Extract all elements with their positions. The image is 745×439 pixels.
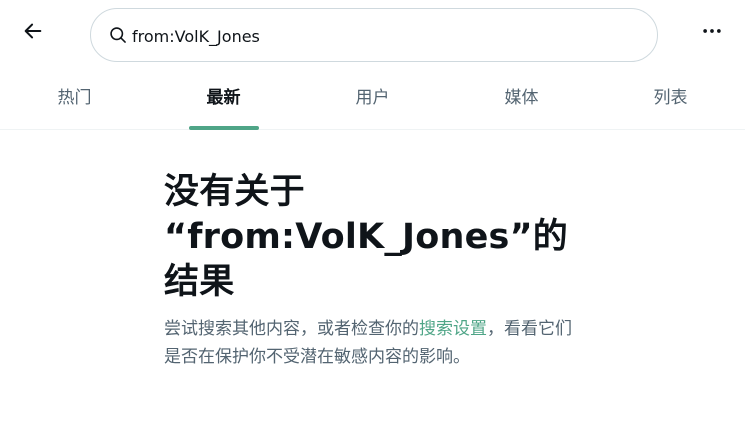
title-line: “from:VolK_Jones”的 <box>164 217 568 257</box>
empty-state-description: 尝试搜索其他内容，或者检查你的搜索设置，看看它们是否在保护你不受潜在敏感内容的影… <box>164 315 584 371</box>
active-tab-indicator <box>188 126 259 130</box>
tab-latest[interactable]: 最新 <box>149 66 298 130</box>
tab-media[interactable]: 媒体 <box>447 66 596 129</box>
tab-top[interactable]: 热门 <box>0 66 149 129</box>
title-line: 结果 <box>164 262 235 302</box>
search-tabs: 热门 最新 用户 媒体 列表 <box>0 66 745 130</box>
tab-people[interactable]: 用户 <box>298 66 447 129</box>
top-bar <box>0 0 745 66</box>
tab-label: 媒体 <box>504 88 539 108</box>
search-icon <box>110 27 126 43</box>
empty-state-title: 没有关于 “from:VolK_Jones”的 结果 <box>164 170 584 305</box>
title-line: 没有关于 <box>164 172 305 212</box>
tab-label: 最新 <box>206 88 241 108</box>
search-settings-link[interactable]: 搜索设置 <box>419 319 487 339</box>
tab-lists[interactable]: 列表 <box>596 66 745 129</box>
desc-text: 尝试搜索其他内容，或者检查你的 <box>164 319 419 339</box>
empty-state: 没有关于 “from:VolK_Jones”的 结果 尝试搜索其他内容，或者检查… <box>164 170 584 371</box>
arrow-left-icon <box>24 23 42 39</box>
search-input[interactable] <box>132 21 632 51</box>
tab-label: 用户 <box>355 88 390 108</box>
search-box[interactable] <box>90 8 658 62</box>
tab-label: 列表 <box>653 88 688 108</box>
more-horizontal-icon <box>703 29 721 33</box>
back-button[interactable] <box>14 12 52 50</box>
tab-label: 热门 <box>57 88 92 108</box>
more-options-button[interactable] <box>693 12 731 50</box>
